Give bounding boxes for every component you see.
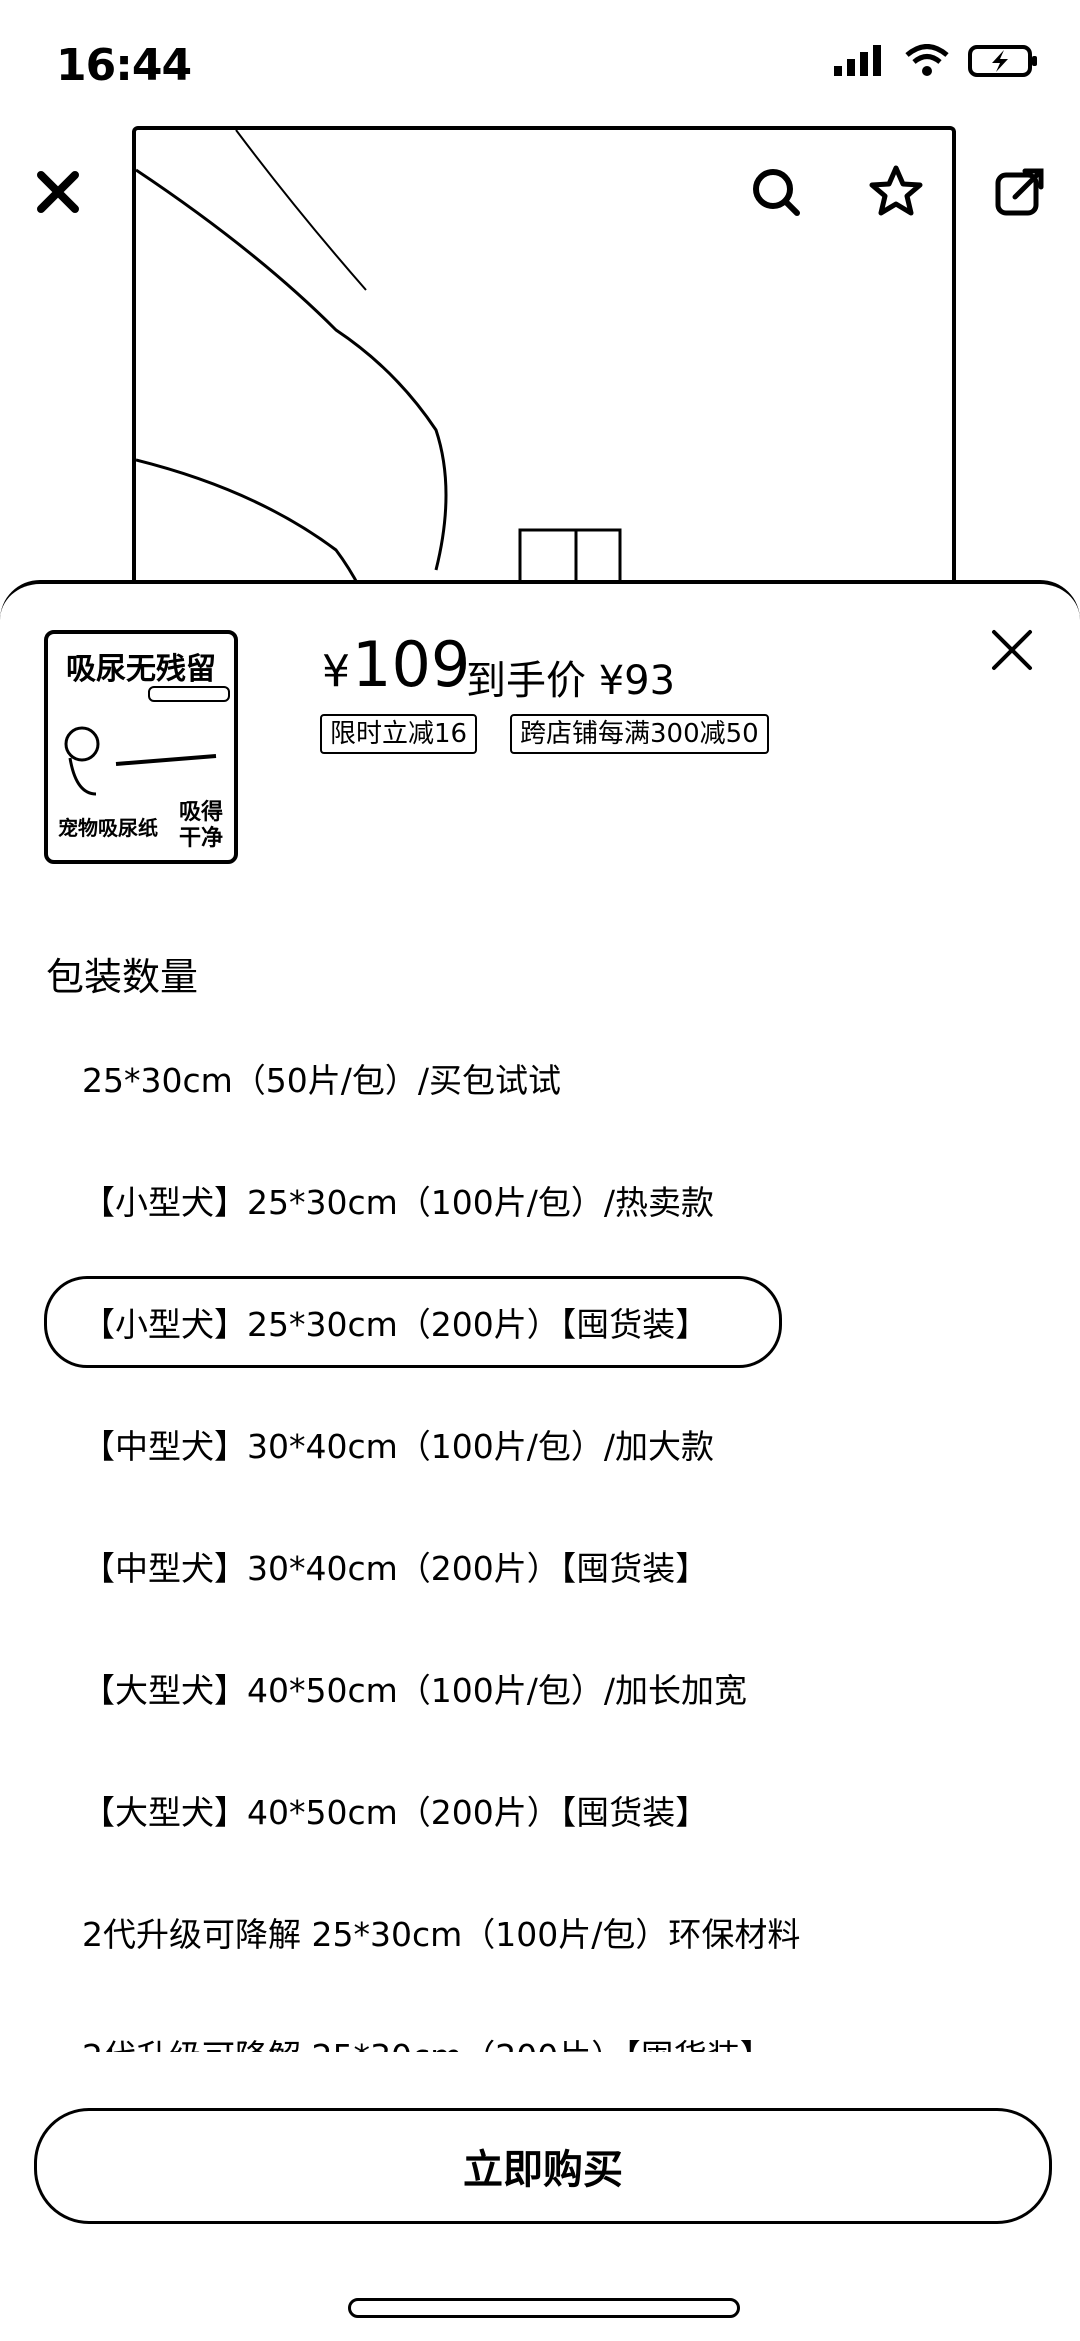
- share-button[interactable]: [990, 162, 1050, 222]
- option-item[interactable]: 【中型犬】30*40cm（100片/包）/加大款: [82, 1420, 714, 1468]
- option-item[interactable]: 【大型犬】40*50cm（100片/包）/加长加宽: [82, 1664, 747, 1712]
- thumb-badge: [148, 686, 230, 702]
- option-item-selected[interactable]: 【小型犬】25*30cm（200片）【囤货装】: [82, 1298, 708, 1346]
- share-icon: [995, 168, 1044, 216]
- status-icons: [832, 44, 1040, 78]
- star-icon: [869, 165, 923, 216]
- battery-charging-icon: [968, 45, 1037, 77]
- status-time: 16:44: [56, 40, 192, 91]
- search-button[interactable]: [746, 162, 806, 222]
- option-item[interactable]: 【中型犬】30*40cm（200片）【囤货装】: [82, 1542, 708, 1590]
- signal-icon: [834, 45, 881, 76]
- section-title: 包装数量: [46, 955, 199, 999]
- option-item[interactable]: 2代升级可降解 25*30cm（100片/包）环保材料: [82, 1908, 800, 1956]
- home-indicator: [348, 2298, 740, 2318]
- sheet-close-button[interactable]: [986, 624, 1038, 676]
- option-item[interactable]: 25*30cm（50片/包）/买包试试: [82, 1054, 561, 1102]
- buy-now-button[interactable]: 立即购买: [34, 2108, 1052, 2224]
- product-image: [132, 126, 956, 650]
- thumb-bottom-right: 吸得干净: [178, 800, 223, 851]
- dog-illustration: [64, 726, 217, 796]
- thumb-title: 吸尿无残留: [66, 652, 216, 687]
- favorite-button[interactable]: [866, 162, 926, 222]
- option-item[interactable]: 【大型犬】40*50cm（200片）【囤货装】: [82, 1786, 708, 1834]
- search-icon: [753, 169, 800, 216]
- wifi-icon: [905, 44, 949, 76]
- list-clip: [0, 2052, 1080, 2092]
- thumb-bottom-left: 宠物吸尿纸: [58, 816, 158, 840]
- close-button[interactable]: [28, 162, 88, 222]
- product-thumbnail: 吸尿无残留 宠物吸尿纸 吸得干净: [44, 630, 238, 864]
- close-icon: [992, 630, 1032, 670]
- close-icon: [37, 171, 79, 213]
- option-item[interactable]: 【小型犬】25*30cm（100片/包）/热卖款: [82, 1176, 714, 1224]
- price-symbol: ¥: [322, 646, 350, 697]
- price: 109: [352, 628, 471, 701]
- promo-tag: 跨店铺每满300减50: [510, 714, 769, 754]
- final-price: 到手价 ¥93: [466, 658, 676, 704]
- promo-tag: 限时立减16: [320, 714, 478, 754]
